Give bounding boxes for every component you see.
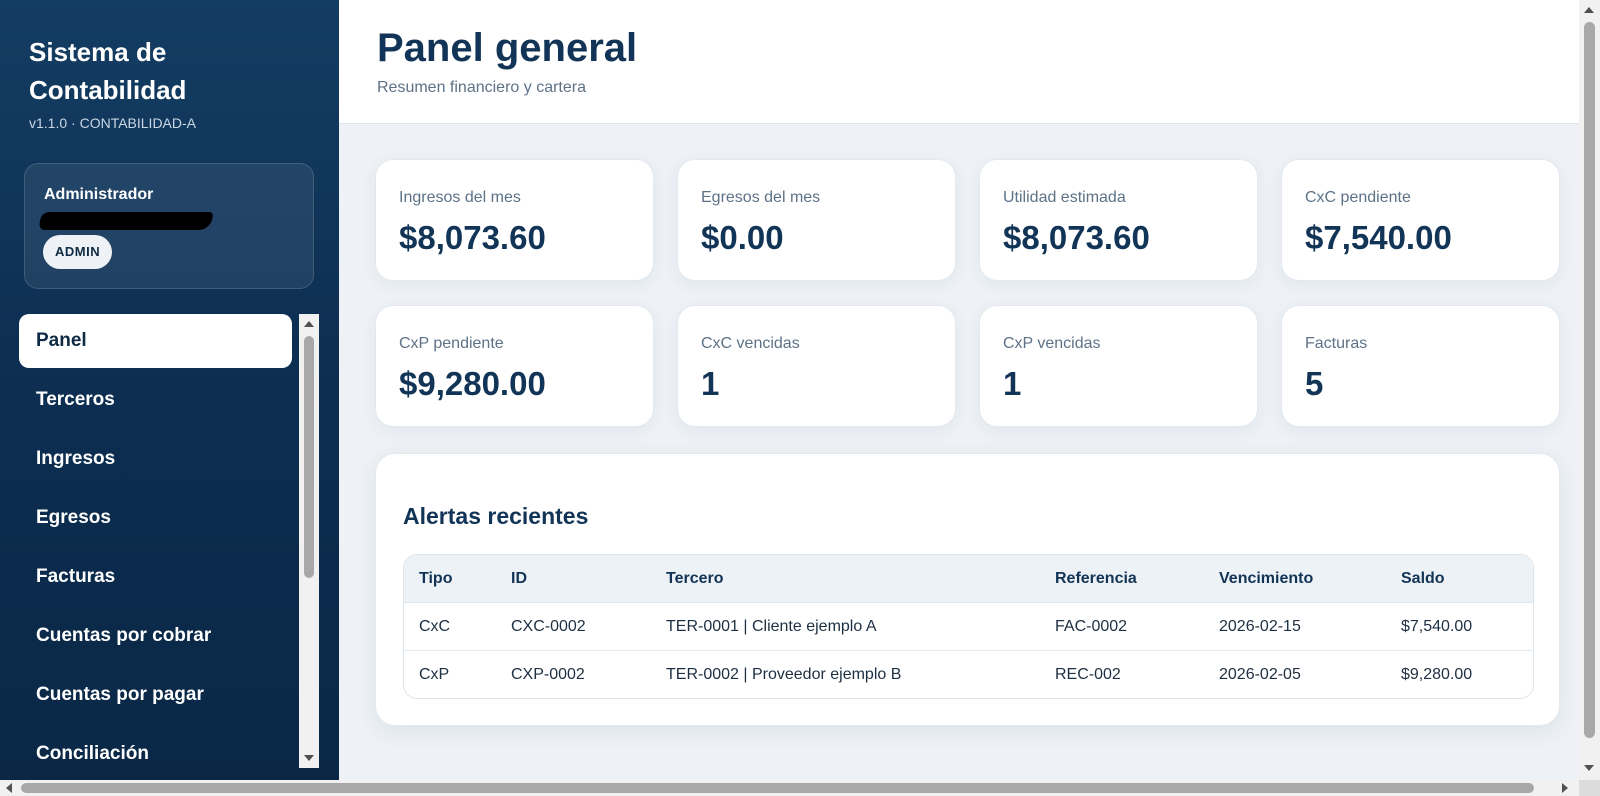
user-card: Administrador ADMIN [24, 163, 314, 289]
brand-title: Sistema de Contabilidad [29, 37, 187, 105]
alerts-panel: Alertas recientes Tipo ID Tercero Refere… [375, 453, 1560, 726]
cell-saldo: $7,540.00 [1401, 618, 1473, 635]
stat-label: CxC pendiente [1305, 189, 1411, 206]
stat-label: Ingresos del mes [399, 189, 521, 206]
cell-vencimiento: 2026-02-05 [1219, 666, 1301, 683]
sidebar-item-cuentas-por-cobrar[interactable]: Cuentas por cobrar [19, 609, 292, 663]
stat-card-facturas: Facturas 5 [1281, 305, 1560, 427]
sidebar-item-panel[interactable]: Panel [19, 314, 292, 368]
sidebar-nav: Panel Terceros Ingresos Egresos Facturas… [19, 314, 319, 774]
stat-value: 1 [701, 365, 720, 402]
cell-saldo: $9,280.00 [1401, 666, 1473, 683]
stat-label: Facturas [1305, 335, 1368, 352]
stat-label: CxC vencidas [701, 335, 800, 352]
scroll-up-icon[interactable] [1584, 7, 1594, 13]
column-header-referencia: Referencia [1055, 570, 1137, 587]
stat-label: Utilidad estimada [1003, 189, 1126, 206]
app-version: v1.1.0 · CONTABILIDAD-A [29, 115, 197, 131]
stat-value: 1 [1003, 365, 1022, 402]
cell-tercero: TER-0001 | Cliente ejemplo A [666, 618, 877, 635]
sidebar-item-cuentas-por-pagar[interactable]: Cuentas por pagar [19, 668, 292, 722]
stat-card-cxp-pendiente: CxP pendiente $9,280.00 [375, 305, 654, 427]
sidebar-item-terceros[interactable]: Terceros [19, 373, 292, 427]
alerts-title: Alertas recientes [403, 503, 589, 529]
page-title: Panel general [377, 26, 638, 70]
scroll-down-icon[interactable] [304, 755, 314, 761]
stat-card-ingresos-mes: Ingresos del mes $8,073.60 [375, 159, 654, 281]
page-vertical-scrollbar[interactable] [1579, 0, 1600, 780]
stat-value: $7,540.00 [1305, 219, 1452, 256]
user-role: Administrador [44, 186, 154, 203]
stat-label: Egresos del mes [701, 189, 821, 206]
sidebar-item-facturas[interactable]: Facturas [19, 550, 292, 604]
scrollbar-corner [1579, 780, 1600, 796]
sidebar: Sistema de Contabilidad v1.1.0 · CONTABI… [0, 0, 339, 780]
scroll-left-icon[interactable] [6, 783, 12, 793]
page-header: Panel general Resumen financiero y carte… [339, 0, 1579, 124]
stat-card-cxc-vencidas: CxC vencidas 1 [677, 305, 956, 427]
stat-card-utilidad-estimada: Utilidad estimada $8,073.60 [979, 159, 1258, 281]
sidebar-item-egresos[interactable]: Egresos [19, 491, 292, 545]
page-horizontal-scrollbar[interactable] [0, 780, 1579, 796]
stat-card-cxc-pendiente: CxC pendiente $7,540.00 [1281, 159, 1560, 281]
stat-label: CxP pendiente [399, 335, 504, 352]
stat-label: CxP vencidas [1003, 335, 1101, 352]
role-badge: ADMIN [43, 235, 113, 269]
table-header: Tipo ID Tercero Referencia Vencimiento S… [404, 555, 1533, 603]
column-header-tipo: Tipo [419, 570, 453, 587]
scroll-up-icon[interactable] [304, 321, 314, 327]
scroll-right-icon[interactable] [1562, 783, 1568, 793]
stat-value: 5 [1305, 365, 1324, 402]
stat-value: $0.00 [701, 219, 784, 256]
column-header-vencimiento: Vencimiento [1219, 570, 1314, 587]
column-header-saldo: Saldo [1401, 570, 1445, 587]
page-subtitle: Resumen financiero y cartera [377, 79, 586, 96]
column-header-tercero: Tercero [666, 570, 724, 587]
alerts-table: Tipo ID Tercero Referencia Vencimiento S… [403, 554, 1534, 699]
stat-value: $8,073.60 [1003, 219, 1150, 256]
scroll-down-icon[interactable] [1584, 765, 1594, 771]
cell-tipo: CxC [419, 618, 451, 635]
scroll-thumb[interactable] [21, 783, 1534, 793]
cell-tipo: CxP [419, 666, 450, 683]
sidebar-scrollbar[interactable] [299, 314, 319, 768]
column-header-id: ID [511, 570, 527, 587]
cell-tercero: TER-0002 | Proveedor ejemplo B [666, 666, 902, 683]
cell-referencia: FAC-0002 [1055, 618, 1128, 635]
stat-value: $8,073.60 [399, 219, 546, 256]
cell-id: CXC-0002 [511, 618, 586, 635]
table-row: CxP CXP-0002 TER-0002 | Proveedor ejempl… [404, 651, 1533, 698]
table-row: CxC CXC-0002 TER-0001 | Cliente ejemplo … [404, 603, 1533, 651]
cell-vencimiento: 2026-02-15 [1219, 618, 1301, 635]
stat-value: $9,280.00 [399, 365, 546, 402]
scroll-thumb[interactable] [1584, 22, 1595, 738]
cell-referencia: REC-002 [1055, 666, 1121, 683]
cell-id: CXP-0002 [511, 666, 585, 683]
redacted-user-email [38, 212, 214, 230]
sidebar-item-ingresos[interactable]: Ingresos [19, 432, 292, 486]
scroll-thumb[interactable] [304, 336, 314, 578]
sidebar-item-conciliacion[interactable]: Conciliación [19, 727, 292, 774]
stat-card-egresos-mes: Egresos del mes $0.00 [677, 159, 956, 281]
stat-card-cxp-vencidas: CxP vencidas 1 [979, 305, 1258, 427]
